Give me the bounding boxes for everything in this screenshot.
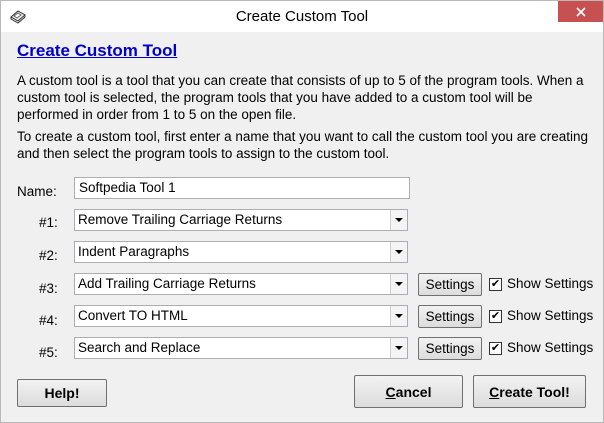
tool-5-show-settings-checkbox[interactable]: ✔ [489,342,502,355]
tool-5-label: #5: [39,345,58,360]
tool-5-selected-value: Search and Replace [78,340,201,355]
chevron-down-icon[interactable] [390,306,407,326]
tool-3-selected-value: Add Trailing Carriage Returns [78,276,256,291]
description-paragraph-2: To create a custom tool, first enter a n… [17,129,589,161]
tool-1-label: #1: [39,215,58,230]
tool-2-select[interactable]: Indent Paragraphs [74,241,408,263]
checkmark-icon: ✔ [490,342,501,354]
create-label-rest: reate Tool! [499,383,570,400]
checkmark-icon: ✔ [490,310,501,322]
title-bar[interactable]: Create Custom Tool [1,1,603,32]
tool-name-input[interactable]: Softpedia Tool 1 [74,177,410,199]
tool-2-selected-value: Indent Paragraphs [78,244,190,259]
cancel-button[interactable]: Cancel [354,375,463,408]
chevron-down-icon[interactable] [390,274,407,294]
tool-5-settings-button[interactable]: Settings [418,337,482,360]
chevron-down-icon[interactable] [390,242,407,262]
tool-3-select[interactable]: Add Trailing Carriage Returns [74,273,408,295]
name-label: Name: [17,184,57,199]
description-paragraph-1: A custom tool is a tool that you can cre… [17,73,584,122]
tool-5-select[interactable]: Search and Replace [74,337,408,359]
tool-4-show-settings-label[interactable]: Show Settings [507,308,593,323]
cancel-mnemonic: C [385,383,396,400]
cancel-label-rest: ancel [395,383,432,400]
create-mnemonic: C [489,383,500,400]
tool-4-settings-button[interactable]: Settings [418,305,482,328]
window-title: Create Custom Tool [235,8,369,25]
tool-4-label: #4: [39,313,58,328]
tool-1-select[interactable]: Remove Trailing Carriage Returns [74,209,408,231]
tool-3-show-settings-checkbox[interactable]: ✔ [489,278,502,291]
tool-5-show-settings-label[interactable]: Show Settings [507,340,593,355]
dialog-content: Create Custom Tool A custom tool is a to… [8,32,596,416]
tool-1-selected-value: Remove Trailing Carriage Returns [78,212,283,227]
tool-4-select[interactable]: Convert TO HTML [74,305,408,327]
tool-2-label: #2: [39,248,58,263]
tool-3-label: #3: [39,281,58,296]
chevron-down-icon[interactable] [390,210,407,230]
close-button[interactable] [558,1,603,22]
chevron-down-icon[interactable] [390,338,407,358]
help-button[interactable]: Help! [17,379,107,407]
tool-4-show-settings-checkbox[interactable]: ✔ [489,310,502,323]
tool-3-settings-button[interactable]: Settings [418,273,482,296]
tool-4-selected-value: Convert TO HTML [78,308,188,323]
dialog-heading: Create Custom Tool [17,41,178,60]
tool-3-show-settings-label[interactable]: Show Settings [507,276,593,291]
dialog-window: Create Custom Tool Create Custom Tool A … [0,0,604,423]
checkmark-icon: ✔ [490,278,501,290]
close-icon [575,6,586,17]
create-tool-button[interactable]: Create Tool! [473,375,586,408]
